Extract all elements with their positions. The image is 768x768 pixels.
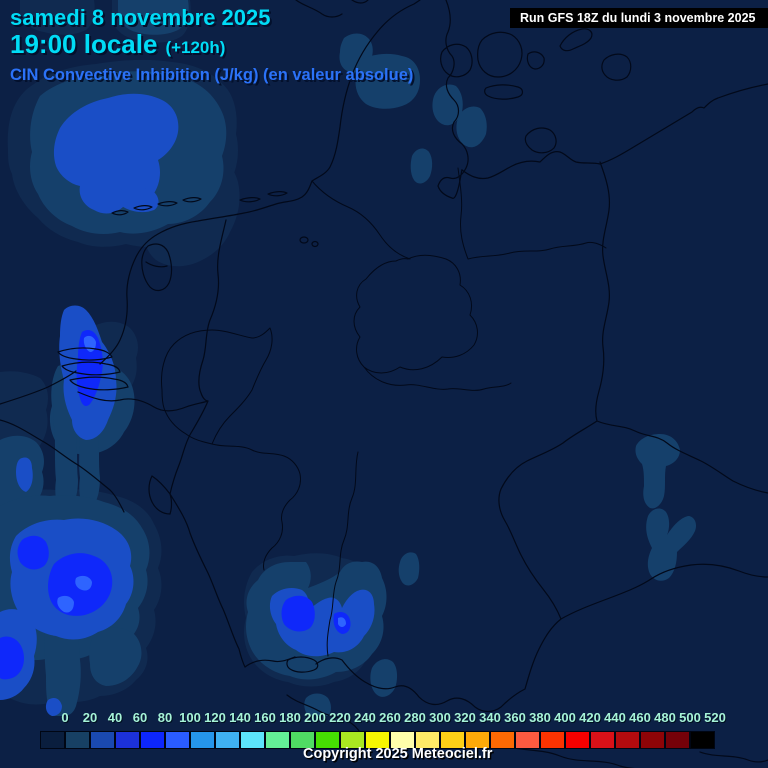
scale-tick: 500 (679, 710, 701, 725)
colorbar-cell (115, 731, 140, 749)
scale-tick: 480 (654, 710, 676, 725)
scale-tick: 400 (554, 710, 576, 725)
scale-tick: 220 (329, 710, 351, 725)
scale-tick: 80 (157, 710, 173, 725)
colorbar-cell (540, 731, 565, 749)
scale-tick: 140 (229, 710, 251, 725)
colorbar-cell (640, 731, 665, 749)
scale-tick: 0 (61, 710, 69, 725)
scale-tick: 40 (107, 710, 123, 725)
colorbar-cell (215, 731, 240, 749)
colorbar-cell (90, 731, 115, 749)
scale-tick: 380 (529, 710, 551, 725)
colorbar-cell (265, 731, 290, 749)
colorbar-cell (665, 731, 690, 749)
colorbar-cell (40, 731, 65, 749)
run-info-text: Run GFS 18Z du lundi 3 novembre 2025 (520, 11, 756, 25)
colorbar-cell (165, 731, 190, 749)
scale-tick: 440 (604, 710, 626, 725)
scale-tick: 520 (704, 710, 726, 725)
scale-tick: 200 (304, 710, 326, 725)
cin-weather-map (0, 0, 768, 768)
colorbar-cell (190, 731, 215, 749)
time-local: 19:00 locale (10, 29, 158, 59)
scale-tick: 280 (404, 710, 426, 725)
date-title: samedi 8 novembre 2025 (10, 5, 271, 30)
colorbar-cell (65, 731, 90, 749)
colorbar-cell (240, 731, 265, 749)
cin-patch-bright (281, 595, 315, 632)
scale-tick: 260 (379, 710, 401, 725)
scale-tick: 300 (429, 710, 451, 725)
scale-tick: 100 (179, 710, 201, 725)
scale-tick: 20 (82, 710, 98, 725)
cin-patch-bright (17, 535, 49, 570)
scale-tick: 420 (579, 710, 601, 725)
run-info-bar: Run GFS 18Z du lundi 3 novembre 2025 (510, 8, 768, 28)
scale-tick: 120 (204, 710, 226, 725)
colorbar-cell (615, 731, 640, 749)
scale-tick: 460 (629, 710, 651, 725)
scale-tick: 160 (254, 710, 276, 725)
scale-ticks: 0 20 40 60 80 100 120 140 160 180 200 220 240 260 280 3… (0, 710, 768, 726)
colorbar-cell (690, 731, 715, 749)
copyright-text: Copyright 2025 Meteociel.fr (303, 746, 493, 762)
colorbar-cell (565, 731, 590, 749)
parameter-subtitle: CIN Convective Inhibition (J/kg) (en val… (10, 66, 414, 84)
colorbar-cell (490, 731, 515, 749)
scale-tick: 360 (504, 710, 526, 725)
colorbar-cell (515, 731, 540, 749)
forecast-offset: (+120h) (165, 38, 226, 57)
scale-tick: 60 (132, 710, 148, 725)
colorbar-cell (590, 731, 615, 749)
colorbar-cell (140, 731, 165, 749)
scale-tick: 180 (279, 710, 301, 725)
weather-map-page: samedi 8 novembre 2025 19:00 locale (+120… (0, 0, 768, 768)
time-title: 19:00 locale (+120h) (10, 29, 225, 60)
scale-tick: 320 (454, 710, 476, 725)
scale-tick: 240 (354, 710, 376, 725)
scale-tick: 340 (479, 710, 501, 725)
